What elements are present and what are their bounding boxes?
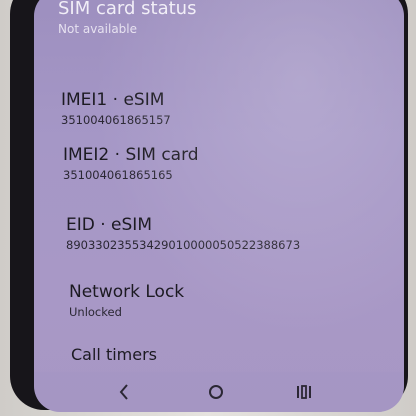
call-timers-title: Call timers <box>71 345 158 364</box>
imei1-title: IMEI1 · eSIM <box>61 90 165 110</box>
home-icon[interactable] <box>204 382 228 402</box>
eid-title: EID · eSIM <box>66 215 152 235</box>
phone-screen: SIM card status Not available IMEI1 · eS… <box>34 0 404 412</box>
eid-row[interactable]: EID · eSIM 89033023553429010000050522388… <box>66 215 404 252</box>
recents-icon[interactable] <box>292 382 316 402</box>
sim-card-status-value: Not available <box>58 22 138 36</box>
imei2-row[interactable]: IMEI2 · SIM card 351004061865165 <box>63 145 404 182</box>
network-lock-row[interactable]: Network Lock Unlocked <box>69 282 404 319</box>
network-lock-value: Unlocked <box>69 305 122 319</box>
imei1-value: 351004061865157 <box>61 113 171 127</box>
network-lock-title: Network Lock <box>69 282 185 302</box>
back-icon[interactable] <box>112 382 136 402</box>
imei1-row[interactable]: IMEI1 · eSIM 351004061865157 <box>61 90 404 127</box>
eid-value: 89033023553429010000050522388673 <box>66 238 301 252</box>
sim-card-status-title: SIM card status <box>58 0 197 19</box>
imei2-value: 351004061865165 <box>63 168 173 182</box>
sim-card-status-row[interactable]: SIM card status Not available <box>58 0 404 36</box>
imei2-title: IMEI2 · SIM card <box>63 145 199 165</box>
call-timers-row[interactable]: Call timers <box>71 345 404 364</box>
navigation-bar <box>34 372 404 412</box>
